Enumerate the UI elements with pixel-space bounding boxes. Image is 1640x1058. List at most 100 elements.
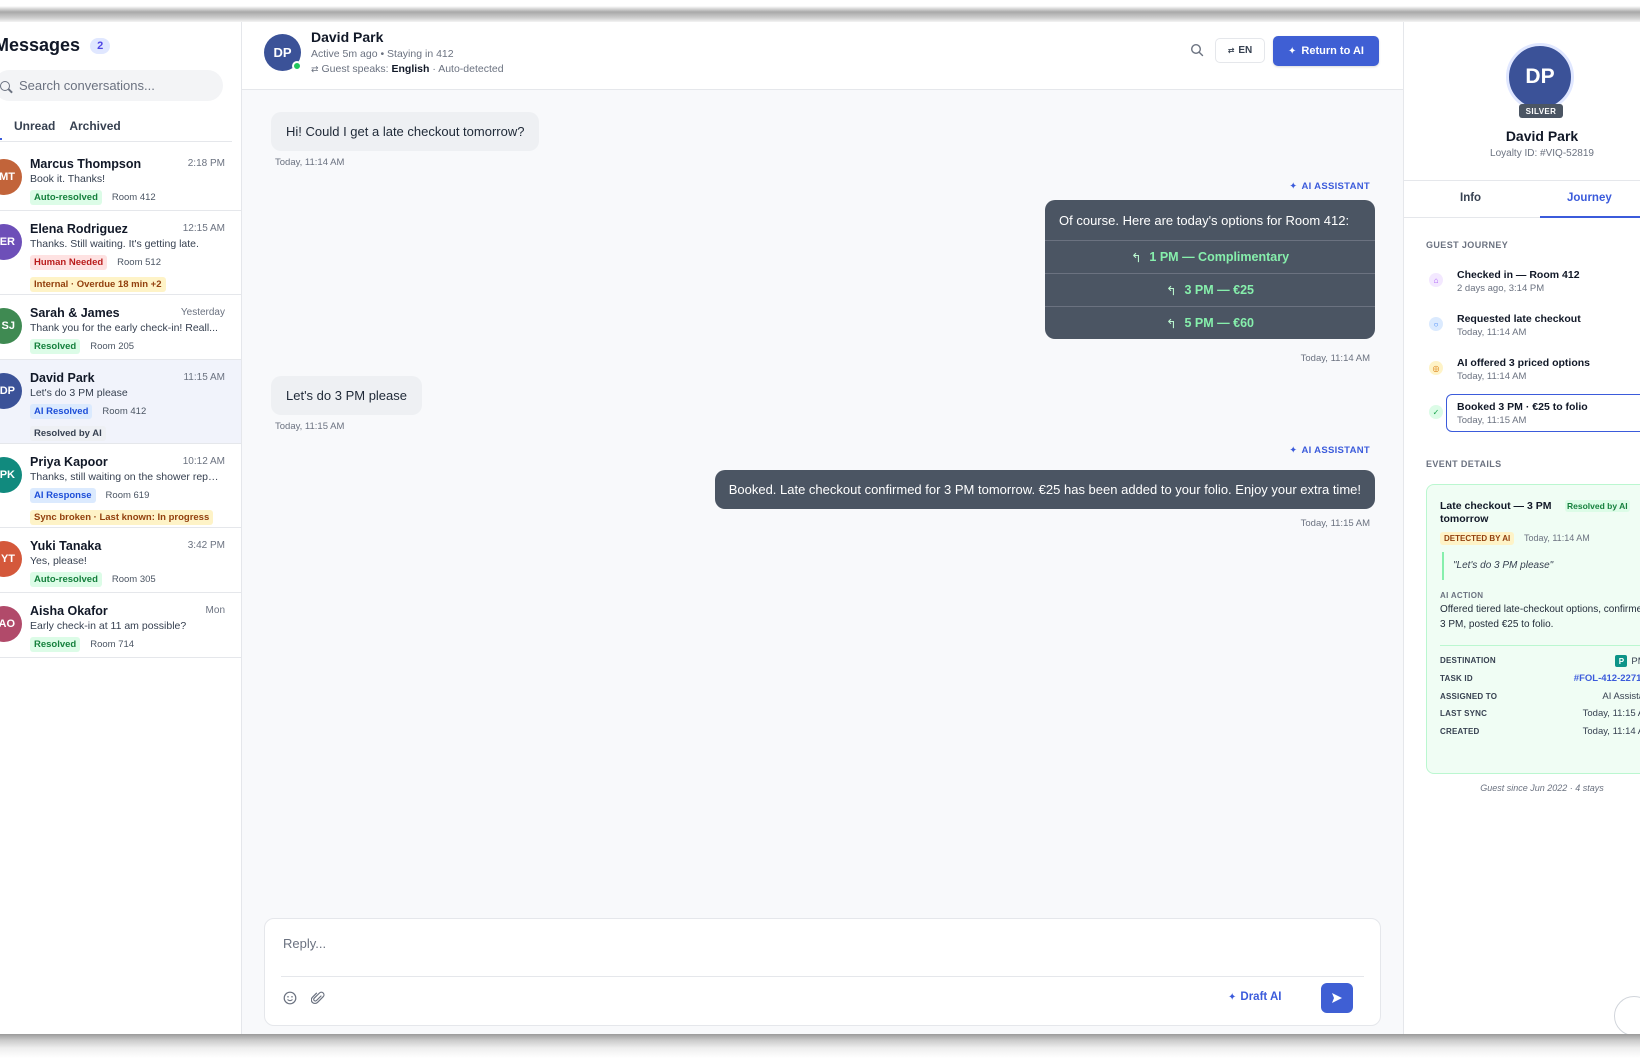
emoji-icon[interactable] [283, 991, 297, 1005]
task-id-link[interactable]: #FOL-412-2271 ↗ [1574, 673, 1640, 684]
detected-badge: DETECTED BY AI [1440, 532, 1515, 545]
avatar-initials: MT [0, 171, 15, 183]
room-number: Room 205 [90, 341, 135, 352]
option-button[interactable]: ↰ 3 PM — €25 [1045, 273, 1375, 306]
tab-info[interactable]: Info [1460, 192, 1481, 204]
search-input[interactable] [19, 78, 209, 93]
destination-value: PMS [1631, 655, 1640, 667]
conversation-item[interactable]: SJ Sarah & James Yesterday Thank you for th… [0, 295, 241, 360]
conversation-time: 10:12 AM [182, 456, 225, 467]
reply-input[interactable] [283, 932, 1353, 954]
task-id-row: TASK ID #FOL-412-2271 ↗ [1440, 673, 1640, 684]
status-badge: AI Response [30, 488, 96, 503]
event-details-card: Late checkout — 3 PM tomorrow Resolved b… [1426, 484, 1640, 774]
search-box[interactable] [0, 70, 223, 101]
assigned-value: AI Assistant [1602, 691, 1640, 702]
room-number: Room 512 [117, 257, 161, 268]
status-badge: Resolved by AI [1565, 500, 1630, 512]
profile-tabs: Info Journey [1404, 180, 1640, 218]
window-frame-top [0, 0, 1640, 22]
message-text: Booked. Late checkout confirmed for 3 PM… [728, 482, 1361, 497]
conversation-meta: Resolved Room 714 [30, 637, 225, 652]
translate-icon: ⇄ [311, 64, 319, 74]
tab-archived[interactable]: Archived [69, 118, 120, 141]
conversation-meta: Auto-resolved Room 412 [30, 190, 225, 205]
send-button[interactable] [1321, 983, 1353, 1013]
step-status-icon: ◎ [1429, 361, 1443, 375]
step-status-icon: ⌂ [1429, 273, 1443, 287]
status-badge: Human Needed [30, 255, 108, 270]
tab-unread[interactable]: Unread [14, 118, 55, 141]
step-time: Today, 11:14 AM [1457, 371, 1527, 382]
message-timestamp: Today, 11:15 AM [1300, 518, 1370, 529]
help-button[interactable] [1614, 996, 1640, 1034]
send-icon [1332, 993, 1342, 1003]
sparkle-icon: ✦ [1289, 445, 1298, 456]
language-button-label: EN [1238, 45, 1253, 56]
conversation-item[interactable]: AO Aisha Okafor Mon Early check-in at 11 am… [0, 593, 241, 658]
guest-message: Let's do 3 PM please [271, 376, 422, 415]
destination-row: DESTINATION P PMS [1440, 655, 1640, 667]
conversation-preview: Thanks. Still waiting. It's getting late… [30, 238, 199, 250]
avatar[interactable]: DP [264, 34, 302, 71]
conversation-time: Mon [205, 605, 225, 616]
created-label: CREATED [1440, 727, 1480, 736]
conversation-preview: Early check-in at 11 am possible? [30, 620, 187, 632]
return-to-ai-button[interactable]: ✦ Return to AI [1273, 36, 1379, 66]
active-tab-indicator [1540, 216, 1640, 218]
event-title: Late checkout — 3 PM tomorrow [1440, 500, 1552, 525]
search-icon[interactable] [1190, 43, 1204, 57]
conversation-meta: Auto-resolved Room 305 [30, 572, 225, 587]
language-value: English [391, 63, 430, 75]
ai-message: Booked. Late checkout confirmed for 3 PM… [714, 470, 1375, 509]
assigned-row: ASSIGNED TO AI Assistant [1440, 691, 1640, 702]
conversation-item[interactable]: YT Yuki Tanaka 3:42 PM Yes, please! Auto-res… [0, 528, 241, 593]
conversation-item[interactable]: MT Marcus Thompson 2:18 PM Book it. Thanks!… [0, 146, 241, 211]
destination-label: DESTINATION [1440, 656, 1496, 665]
language-prefix: Guest speaks: [321, 63, 389, 75]
conversation-item[interactable]: DP David Park 11:15 AM Let's do 3 PM please… [0, 360, 241, 444]
guest-since: Guest since Jun 2022 · 4 stays [1480, 783, 1604, 793]
return-to-ai-label: Return to AI [1301, 45, 1364, 57]
avatar: YT [0, 541, 22, 577]
avatar: DP [0, 373, 22, 409]
language-button[interactable]: ⇄ EN [1215, 38, 1265, 63]
conversation-name: Aisha Okafor [30, 604, 108, 618]
conversation-meta: AI Response Room 619 [30, 488, 225, 503]
reply-arrow-icon: ↰ [1166, 283, 1177, 298]
guest-profile-panel: DP SILVER David Park Loyalty ID: #VIQ-52… [1404, 22, 1640, 1034]
conversation-item[interactable]: PK Priya Kapoor 10:12 AM Thanks, still wait… [0, 444, 241, 528]
message-timestamp: Today, 11:15 AM [275, 421, 345, 432]
message-text: Of course. Here are today's options for … [1059, 213, 1350, 228]
message-text: Hi! Could I get a late checkout tomorrow… [286, 124, 525, 139]
option-button[interactable]: ↰ 1 PM — Complimentary [1045, 240, 1375, 273]
conversation-item[interactable]: ER Elena Rodriguez 12:15 AM Thanks. Still w… [0, 211, 241, 295]
room-number: Room 619 [105, 490, 150, 501]
draft-ai-button[interactable]: ✦ Draft AI [1228, 991, 1282, 1003]
guest-message: Hi! Could I get a late checkout tomorrow… [271, 112, 540, 151]
avatar-initials: DP [273, 45, 292, 60]
created-row: CREATED Today, 11:14 AM [1440, 726, 1640, 737]
online-status-dot [292, 61, 302, 71]
avatar-initials: SJ [1, 320, 15, 332]
option-button[interactable]: ↰ 5 PM — €60 [1045, 306, 1375, 339]
conversation-extra: Resolved by AI [30, 426, 225, 441]
tab-all-active-indicator[interactable] [0, 118, 2, 140]
section-title: GUEST JOURNEY [1426, 240, 1509, 250]
ai-assistant-label-text: AI ASSISTANT [1301, 445, 1370, 456]
status-badge: Internal · Overdue 18 min +2 [30, 277, 166, 292]
avatar: ER [0, 224, 22, 260]
tab-journey[interactable]: Journey [1567, 192, 1612, 204]
current-step-highlight [1446, 394, 1640, 432]
conversation-time: 3:42 PM [187, 540, 225, 551]
paperclip-icon[interactable] [311, 990, 325, 1006]
last-sync-label: LAST SYNC [1440, 709, 1488, 718]
pms-icon: P [1615, 655, 1628, 667]
conversation-meta: AI Resolved Room 412 [30, 404, 225, 419]
avatar: PK [0, 457, 22, 493]
step-title: Checked in — Room 412 [1457, 269, 1580, 281]
reply-composer: ✦ Draft AI [264, 918, 1381, 1026]
step-title: Booked 3 PM · €25 to folio [1457, 401, 1588, 413]
section-title: EVENT DETAILS [1426, 459, 1502, 469]
status-badge: Resolved [30, 637, 81, 652]
